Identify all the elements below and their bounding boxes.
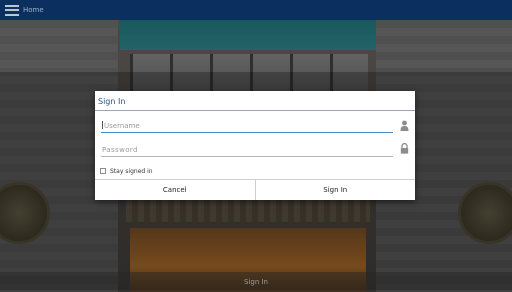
person-icon	[400, 120, 409, 131]
dialog-button-row: Cancel Sign In	[95, 179, 415, 200]
sign-in-dialog: Sign In Username Password Stay signed in…	[95, 91, 415, 200]
lock-icon	[400, 143, 409, 154]
action-bar: Home	[0, 0, 512, 20]
stay-signed-in-row[interactable]: Stay signed in	[100, 166, 153, 176]
text-caret	[102, 121, 103, 129]
password-field[interactable]: Password	[101, 143, 393, 157]
bottom-sign-in-label: Sign In	[244, 278, 268, 286]
bottom-sign-in-button[interactable]: Sign In	[0, 272, 512, 292]
cancel-button[interactable]: Cancel	[95, 180, 255, 200]
menu-icon[interactable]	[5, 4, 19, 16]
stay-signed-in-label: Stay signed in	[110, 167, 153, 175]
username-placeholder: Username	[104, 122, 140, 130]
action-bar-title: Home	[23, 6, 44, 14]
sign-in-button[interactable]: Sign In	[254, 180, 415, 200]
password-placeholder: Password	[102, 146, 138, 154]
dialog-title: Sign In	[95, 91, 415, 111]
username-field[interactable]: Username	[101, 119, 393, 133]
stay-signed-in-checkbox[interactable]	[100, 168, 106, 174]
